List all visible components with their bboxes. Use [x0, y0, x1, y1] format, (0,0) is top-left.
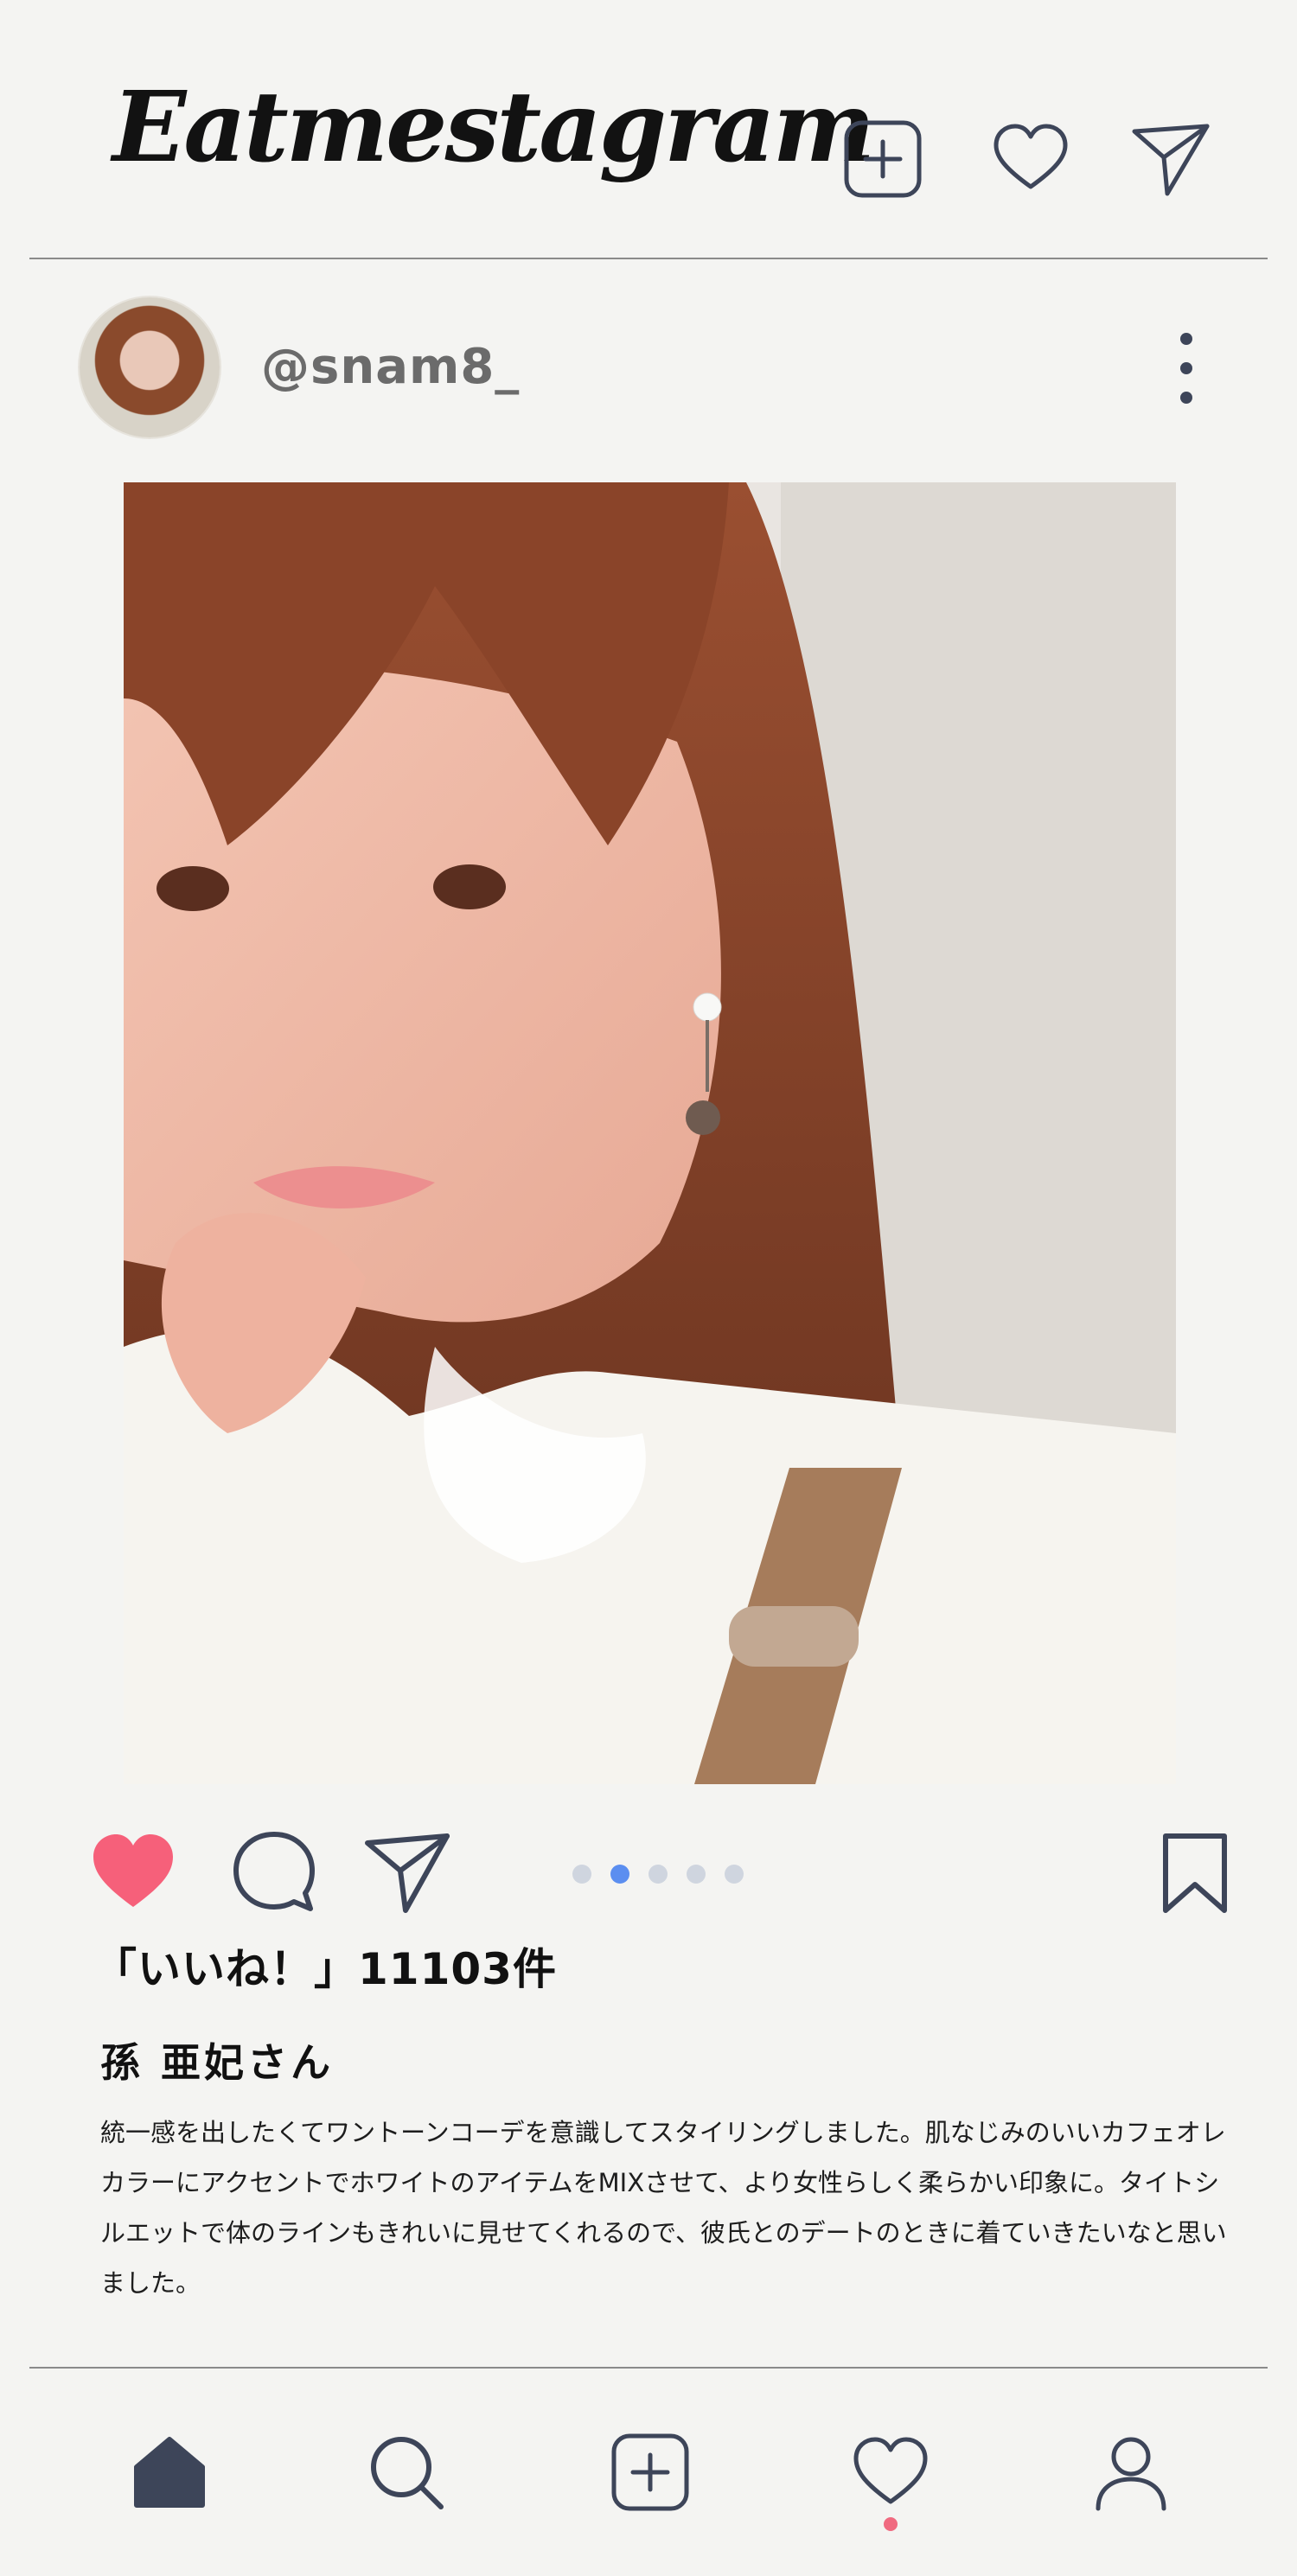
more-options-icon[interactable]: [1167, 327, 1205, 410]
send-icon[interactable]: [1129, 118, 1212, 201]
search-icon[interactable]: [365, 2431, 448, 2514]
profile-icon[interactable]: [1089, 2431, 1172, 2514]
notification-dot: [884, 2517, 898, 2531]
post-caption: 統一感を出したくてワントーンコーデを意識してスタイリングしました。肌なじみのいい…: [100, 2118, 1227, 2298]
home-icon[interactable]: [128, 2431, 211, 2514]
carousel-dot: [572, 1865, 591, 1884]
activity-heart-icon[interactable]: [849, 2431, 932, 2514]
carousel-dot: [725, 1865, 744, 1884]
carousel-dot-active: [610, 1865, 629, 1884]
comment-icon[interactable]: [229, 1827, 319, 1917]
carousel-indicator: [572, 1864, 744, 1884]
like-heart-icon[interactable]: [88, 1827, 178, 1917]
app-logo[interactable]: Eatmestagram: [112, 80, 875, 176]
add-post-icon[interactable]: [609, 2431, 692, 2514]
bottom-nav-divider: [29, 2367, 1268, 2369]
carousel-dot: [648, 1865, 668, 1884]
username[interactable]: @snam8_: [261, 339, 520, 395]
post-photo[interactable]: [124, 482, 1176, 1784]
bookmark-icon[interactable]: [1150, 1827, 1240, 1917]
carousel-dot: [687, 1865, 706, 1884]
add-post-icon[interactable]: [841, 118, 924, 201]
header-divider: [29, 258, 1268, 259]
post-author[interactable]: 孫 亜妃さん: [100, 2031, 334, 2088]
heart-icon[interactable]: [989, 118, 1072, 201]
share-icon[interactable]: [362, 1827, 452, 1917]
avatar[interactable]: [80, 297, 220, 437]
likes-count[interactable]: 「いいね！」11103件: [93, 1935, 557, 1997]
